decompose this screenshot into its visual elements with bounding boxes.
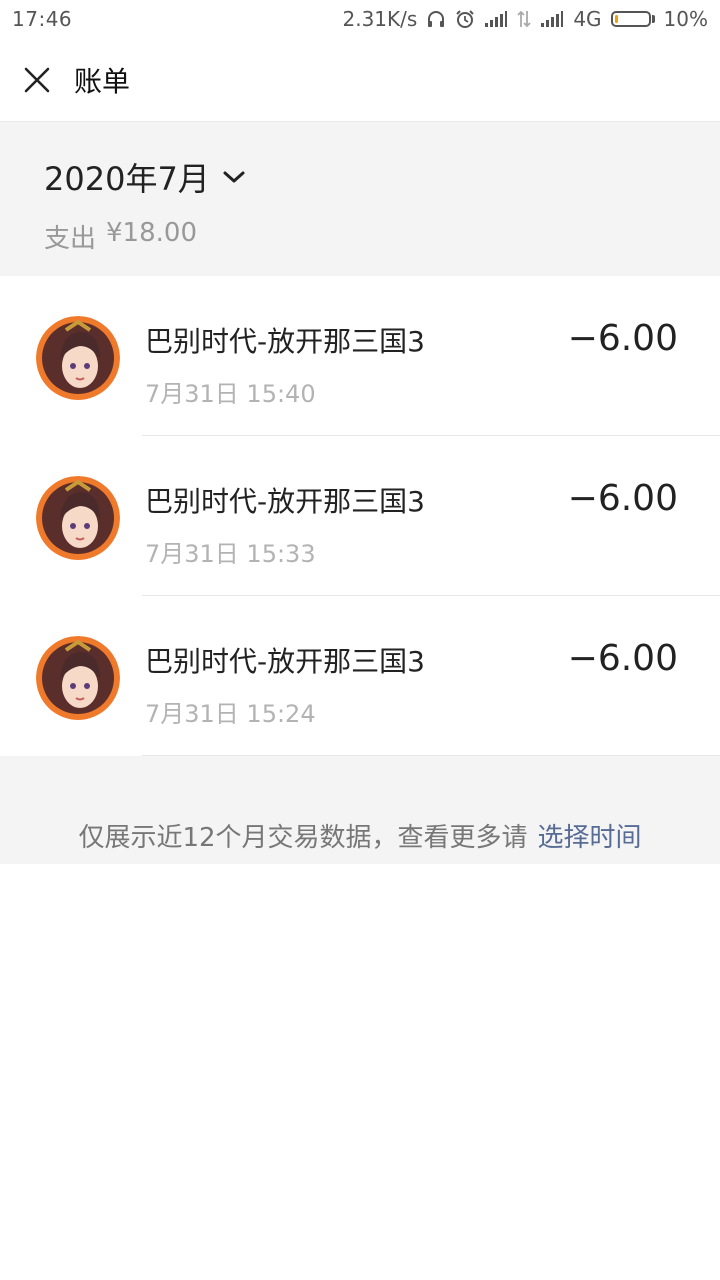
status-time: 17:46	[12, 7, 73, 31]
history-footer: 仅展示近12个月交易数据，查看更多请 选择时间	[0, 756, 720, 864]
app-header: 账单	[0, 38, 720, 122]
transaction-amount: −6.00	[567, 638, 678, 679]
close-button[interactable]	[22, 65, 52, 95]
transaction-title: 巴别时代-放开那三国3	[145, 325, 425, 358]
summary-value: ¥18.00	[106, 218, 197, 248]
transaction-row[interactable]: 巴别时代-放开那三国3 7月31日 15:40 −6.00	[0, 276, 720, 436]
month-selector[interactable]: 2020年7月	[44, 154, 246, 200]
headphones-icon	[426, 9, 446, 29]
close-icon	[24, 67, 50, 92]
signal-icon	[484, 10, 508, 28]
transaction-time: 7月31日 15:24	[145, 700, 316, 728]
avatar	[36, 316, 120, 400]
avatar	[36, 636, 120, 720]
chevron-down-icon	[222, 169, 246, 185]
avatar	[36, 476, 120, 560]
transaction-time: 7月31日 15:40	[145, 380, 316, 408]
select-time-link[interactable]: 选择时间	[538, 817, 642, 854]
transaction-time: 7月31日 15:33	[145, 540, 316, 568]
alarm-icon	[455, 9, 475, 29]
net-speed: 2.31K/s	[342, 7, 418, 31]
network-type: 4G	[573, 7, 602, 31]
transaction-list: 巴别时代-放开那三国3 7月31日 15:40 −6.00 巴别时代-放开那三国…	[0, 276, 720, 756]
battery-percent: 10%	[663, 7, 708, 31]
expense-summary: 支出 ¥18.00	[44, 218, 676, 255]
page-title: 账单	[74, 64, 131, 98]
status-indicators: 2.31K/s 4G 10%	[343, 7, 709, 31]
transaction-title: 巴别时代-放开那三国3	[145, 485, 425, 518]
transaction-title: 巴别时代-放开那三国3	[145, 645, 425, 678]
history-notice: 仅展示近12个月交易数据，查看更多请	[78, 823, 528, 853]
transaction-row[interactable]: 巴别时代-放开那三国3 7月31日 15:24 −6.00	[0, 596, 720, 756]
transaction-amount: −6.00	[567, 318, 678, 359]
transaction-amount: −6.00	[567, 478, 678, 519]
battery-icon	[610, 11, 655, 27]
divider	[142, 755, 720, 756]
month-label: 2020年7月	[44, 160, 210, 198]
data-transfer-icon	[517, 9, 531, 29]
transaction-row[interactable]: 巴别时代-放开那三国3 7月31日 15:33 −6.00	[0, 436, 720, 596]
month-summary-section: 2020年7月 支出 ¥18.00	[0, 122, 720, 276]
status-bar: 17:46 2.31K/s 4G 10%	[0, 0, 720, 38]
summary-label: 支出	[44, 224, 97, 254]
battery-fill	[614, 15, 618, 23]
signal-icon	[540, 10, 564, 28]
